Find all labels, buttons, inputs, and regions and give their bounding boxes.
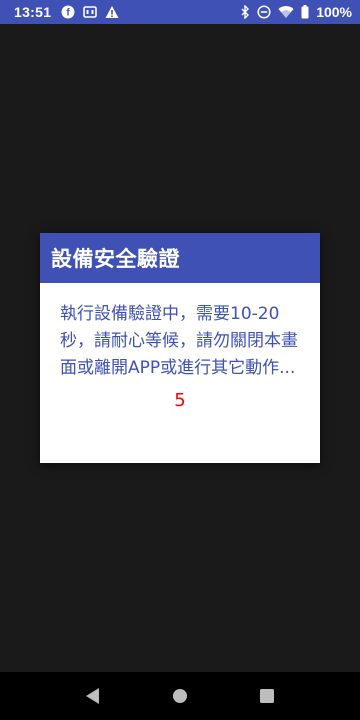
warning-icon xyxy=(105,5,119,19)
home-icon xyxy=(172,688,188,704)
wifi-icon xyxy=(278,5,294,19)
recents-button[interactable] xyxy=(247,676,287,716)
navigation-bar xyxy=(0,672,360,720)
status-right: 100% xyxy=(240,4,352,20)
recents-icon xyxy=(259,689,274,703)
sim-card-icon xyxy=(83,5,98,19)
home-button[interactable] xyxy=(160,676,200,716)
back-icon xyxy=(85,687,101,705)
screen: 13:51 f 100% 設備安全驗證 執行設備驗證中，需要10-20秒，請耐心… xyxy=(0,0,360,720)
status-left: 13:51 f xyxy=(14,4,240,20)
dialog-message: 執行設備驗證中，需要10-20秒，請耐心等候，請勿關閉本畫面或離開APP或進行其… xyxy=(60,304,298,378)
status-time: 13:51 xyxy=(14,4,52,20)
bluetooth-icon xyxy=(240,5,250,19)
f-app-icon: f xyxy=(61,5,75,19)
countdown-number: 5 xyxy=(174,390,186,411)
status-bar: 13:51 f 100% xyxy=(0,0,360,24)
dialog-title: 設備安全驗證 xyxy=(40,233,320,283)
app-area: 設備安全驗證 執行設備驗證中，需要10-20秒，請耐心等候，請勿關閉本畫面或離開… xyxy=(0,24,360,672)
battery-icon xyxy=(301,5,309,19)
battery-percent: 100% xyxy=(316,4,352,20)
do-not-disturb-icon xyxy=(257,5,271,19)
verification-dialog: 設備安全驗證 執行設備驗證中，需要10-20秒，請耐心等候，請勿關閉本畫面或離開… xyxy=(40,233,320,463)
back-button[interactable] xyxy=(73,676,113,716)
